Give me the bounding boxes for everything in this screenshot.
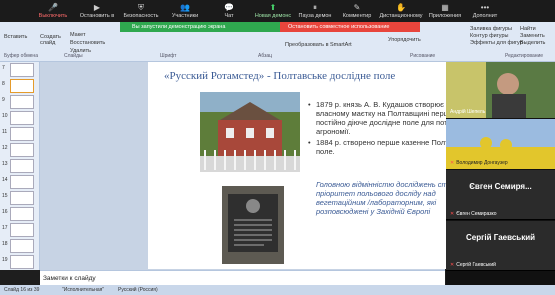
- slide-thumbnail[interactable]: 16: [0, 206, 38, 222]
- remote-control-button[interactable]: ✋ Дистанционному: [376, 0, 426, 22]
- create-slide-button[interactable]: Создать слайд: [40, 34, 70, 46]
- restore-button[interactable]: Восстановить: [70, 40, 105, 46]
- memorial-plaque-photo: [222, 186, 284, 264]
- participants-panel: Андрій Шепель ✕ Володимир Донгаузер Євген…: [446, 62, 555, 285]
- slide-thumbnail[interactable]: 15: [0, 190, 38, 206]
- shape-effects-button[interactable]: Эффекты для фигур: [470, 40, 523, 46]
- muted-mic-icon: ✕: [450, 160, 455, 166]
- slide-thumbnail[interactable]: 18: [0, 238, 38, 254]
- house-photo: [200, 92, 300, 172]
- people-icon: 👥: [180, 3, 190, 12]
- group-editing: Редактирование: [505, 53, 544, 59]
- muted-mic-icon: ✕: [450, 211, 455, 217]
- slide-thumbnail[interactable]: 7: [0, 62, 38, 78]
- slide-thumbnail[interactable]: 14: [0, 174, 38, 190]
- remote-control-icon: ✋: [396, 3, 406, 12]
- shield-icon: ⛨: [138, 3, 144, 12]
- muted-mic-icon: ✕: [450, 262, 455, 268]
- mute-button[interactable]: 🎤 Выключить: [28, 0, 78, 22]
- participant-video-tile[interactable]: Андрій Шепель: [446, 62, 555, 118]
- group-drawing: Рисование: [410, 53, 436, 59]
- slide-thumbnail[interactable]: 9: [0, 94, 38, 110]
- pause-icon: ⏸: [313, 3, 317, 12]
- slide-thumbnails-panel[interactable]: 7 8 9 10 11 12 13 14 15 16 17 18 19: [0, 62, 40, 270]
- sharing-banner: Вы запустили демонстрацию экрана: [120, 22, 280, 32]
- slide-notes-field[interactable]: Заметки к слайду: [40, 270, 445, 285]
- apps-icon: ▦: [441, 3, 449, 12]
- slide-thumbnail[interactable]: 17: [0, 222, 38, 238]
- slide-thumbnail[interactable]: 10: [0, 110, 38, 126]
- chat-button[interactable]: 💬 Чат: [204, 0, 254, 22]
- share-screen-icon: ⬆: [269, 3, 277, 12]
- arrange-button[interactable]: Упорядочить: [388, 37, 421, 43]
- participants-button[interactable]: 👥 Участники: [160, 0, 210, 22]
- replace-button[interactable]: Заменить: [520, 33, 545, 39]
- stop-video-button[interactable]: ▶ Остановить в: [72, 0, 122, 22]
- slide-thumbnail[interactable]: 13: [0, 158, 38, 174]
- slide-thumbnail[interactable]: 19: [0, 254, 38, 270]
- paste-button[interactable]: Вставить: [4, 34, 27, 40]
- video-camera-icon: ▶: [93, 3, 101, 12]
- participant-video-tile[interactable]: ✕ Володимир Донгаузер: [446, 119, 555, 169]
- slide-thumbnail[interactable]: 12: [0, 142, 38, 158]
- shape-fill-button[interactable]: Заливка фигуры: [470, 26, 512, 32]
- microphone-icon: 🎤: [48, 3, 58, 12]
- more-icon: •••: [480, 3, 490, 12]
- stop-sharing-button[interactable]: Остановить совместное использование: [280, 22, 420, 32]
- participant-name-tile[interactable]: Сергій Гаевський ✕ Сергій Гаевський: [446, 221, 555, 271]
- slide-thumbnail-selected[interactable]: 8: [0, 78, 38, 94]
- shape-outline-button[interactable]: Контур фигуры: [470, 33, 508, 39]
- convert-smartart-button[interactable]: Преобразовать в SmartArt: [285, 42, 352, 48]
- security-button[interactable]: ⛨ Безопасность: [116, 0, 166, 22]
- slide-title[interactable]: «Русский Ротамстед» - Полтавське дослідн…: [164, 70, 474, 82]
- select-button[interactable]: Выделить: [520, 40, 545, 46]
- annotate-icon: ✎: [353, 3, 361, 12]
- group-paragraph: Абзац: [258, 53, 273, 59]
- language[interactable]: Русский (Россия): [118, 285, 158, 295]
- slide-counter: Слайд 16 из 39: [4, 287, 40, 293]
- participant-name-tile[interactable]: Євген Семиря... ✕ Євген Семиразко: [446, 170, 555, 220]
- theme-name: "Исполнительная": [62, 287, 105, 293]
- more-button[interactable]: ••• Дополнит: [460, 0, 510, 22]
- status-bar: Слайд 16 из 39 "Исполнительная" Русский …: [0, 285, 555, 295]
- slide-thumbnail[interactable]: 11: [0, 126, 38, 142]
- group-font: Шрифт: [160, 53, 177, 59]
- slide-editing-area[interactable]: «Русский Ротамстед» - Полтавське дослідн…: [40, 62, 485, 270]
- group-slides: Слайды: [64, 53, 83, 59]
- current-slide[interactable]: «Русский Ротамстед» - Полтавське дослідн…: [148, 62, 485, 269]
- find-button[interactable]: Найти: [520, 26, 536, 32]
- zoom-toolbar: 🎤 Выключить ▶ Остановить в ⛨ Безопасност…: [0, 0, 555, 22]
- group-clipboard: Буфер обмена: [4, 53, 38, 59]
- annotate-button[interactable]: ✎ Комментир: [332, 0, 382, 22]
- layout-button[interactable]: Макет: [70, 32, 86, 38]
- chat-icon: 💬: [224, 3, 234, 12]
